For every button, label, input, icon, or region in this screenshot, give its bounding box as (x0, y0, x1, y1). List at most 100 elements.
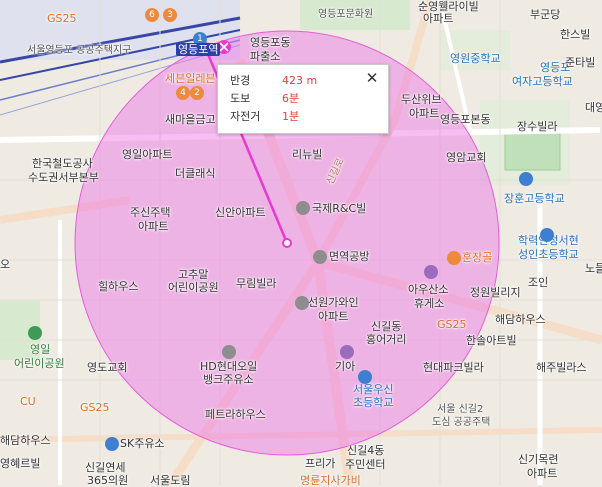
park-icon (28, 326, 42, 340)
place-label[interactable]: 조인 (528, 276, 548, 289)
building-icon (313, 250, 327, 264)
subway-line-badge: 4 (176, 86, 190, 100)
district-label: 도심 공공주택 (432, 417, 491, 428)
place-label[interactable]: 아파트 (409, 107, 439, 120)
walk-value: 6분 (282, 92, 300, 105)
school-label[interactable]: 영원중학교 (450, 52, 501, 65)
building-icon (296, 201, 310, 215)
place-label[interactable]: 페트라하우스 (205, 408, 266, 421)
place-label[interactable]: 해담하우스 (0, 434, 51, 447)
place-label[interactable]: 신기목련 (518, 453, 558, 466)
school-icon (540, 228, 554, 242)
place-label[interactable]: 한솔아트빌 (466, 334, 517, 347)
store-label[interactable]: GS25 (80, 401, 110, 414)
place-label[interactable]: 영도교회 (87, 361, 127, 374)
place-label[interactable]: 장수빌라 (517, 120, 557, 133)
place-label[interactable]: 한스빌 (560, 28, 590, 41)
school-label[interactable]: 성인초등학교 (518, 248, 579, 261)
radius-row: 반경 423 m (230, 73, 317, 89)
subway-line-badge: 3 (163, 8, 177, 22)
place-label[interactable]: 영일아파트 (122, 148, 173, 161)
fuel-icon (222, 345, 236, 359)
place-label[interactable]: 부군당 (530, 8, 560, 21)
place-label[interactable]: 한국철도공사 (32, 157, 93, 170)
school-icon (358, 370, 372, 384)
place-label[interactable]: 국제R&C빌 (312, 202, 366, 215)
place-label[interactable]: 오 (0, 258, 10, 271)
subway-line-badge: 2 (190, 86, 204, 100)
school-label[interactable]: 장훈고등학교 (504, 192, 565, 205)
bike-value: 1분 (282, 110, 300, 123)
place-label[interactable]: 새마을금고 (165, 113, 216, 126)
radius-value: 423 m (282, 74, 318, 87)
place-label[interactable]: 리뉴빌 (292, 148, 322, 161)
school-icon (519, 172, 533, 186)
place-label[interactable]: 홍어거리 (366, 333, 406, 346)
place-label[interactable]: HD현대오일 (200, 360, 257, 373)
store-label[interactable]: CU (20, 395, 36, 408)
place-label[interactable]: 더클래식 (175, 167, 215, 180)
place-label[interactable]: 면역공방 (329, 250, 369, 263)
place-label[interactable]: 주신주택 (130, 206, 170, 219)
place-label[interactable]: 서울도림 (150, 474, 190, 487)
store-label[interactable]: GS25 (437, 318, 467, 331)
place-label[interactable]: 어린이공원 (168, 281, 219, 294)
place-label[interactable]: 해주빌라스 (536, 361, 587, 374)
place-label[interactable]: 고추말 (178, 268, 208, 281)
bike-row: 자전거 1분 (230, 109, 299, 125)
place-label[interactable]: 아파트 (318, 310, 348, 323)
place-label[interactable]: 무림빌라 (236, 277, 276, 290)
district-label: 서울영등포 공공주택지구 (27, 45, 132, 56)
district-label: 서울 신길2 (437, 404, 484, 415)
school-label[interactable]: 여자고등학교 (512, 75, 573, 88)
place-label[interactable]: 대영 (585, 101, 602, 114)
place-label[interactable]: 수도권서부본부 (28, 171, 99, 184)
place-label[interactable]: 파출소 (250, 50, 280, 63)
place-label[interactable]: 신길연세 (85, 461, 125, 474)
park-label[interactable]: 어린이공원 (14, 357, 65, 370)
place-label[interactable]: 현대파크빌라 (423, 361, 484, 374)
poi-icon (340, 345, 354, 359)
place-label[interactable]: 노들 (585, 262, 602, 275)
place-label[interactable]: 아파트 (527, 467, 557, 480)
poi-icon (424, 265, 438, 279)
place-label[interactable]: 프리가 (305, 457, 335, 470)
school-label[interactable]: 서울우신 (353, 383, 393, 396)
store-label[interactable]: GS25 (47, 12, 77, 25)
place-label[interactable]: 준타빌 (565, 56, 595, 69)
place-label[interactable]: 명륜지사가비 (300, 474, 361, 487)
place-label[interactable]: 훈장골 (462, 251, 492, 264)
place-label[interactable]: 힐하우스 (98, 280, 138, 293)
place-label[interactable]: 뱅크주유소 (203, 373, 254, 386)
place-label[interactable]: 영혜르빌 (0, 457, 40, 470)
place-label[interactable]: 아우산소 (408, 283, 448, 296)
place-label[interactable]: 두산위브 (401, 93, 441, 106)
place-label[interactable]: 아파트 (423, 12, 453, 25)
place-label[interactable]: SK주유소 (120, 437, 165, 450)
school-label[interactable]: 초등학교 (353, 396, 393, 409)
place-label[interactable]: 영등포동 (250, 36, 290, 49)
store-label[interactable]: 세븐일레븐 (165, 72, 216, 85)
place-label[interactable]: 선원가와인 (308, 296, 359, 309)
place-label[interactable]: 신길동 (371, 320, 401, 333)
subway-line-badge: 6 (145, 8, 159, 22)
close-icon[interactable]: ✕ (364, 70, 380, 86)
center-point[interactable] (282, 238, 292, 248)
place-label[interactable]: 365의원 (87, 474, 128, 487)
station-label[interactable]: 영등포역 (176, 43, 221, 56)
place-label[interactable]: 해담하우스 (495, 313, 546, 326)
place-label[interactable]: 신안아파트 (215, 206, 266, 219)
park-label[interactable]: 영일 (30, 343, 50, 356)
place-label[interactable]: 영암교회 (446, 151, 486, 164)
walk-row: 도보 6분 (230, 91, 299, 107)
building-icon (295, 296, 309, 310)
restaurant-icon (447, 251, 461, 265)
place-label[interactable]: 영등포문화원 (318, 8, 373, 21)
place-label[interactable]: 신길4동 (347, 444, 384, 457)
place-label[interactable]: 아파트 (138, 220, 168, 233)
radius-key: 반경 (230, 74, 251, 87)
place-label[interactable]: 정원빌리지 (470, 286, 521, 299)
place-label[interactable]: 휴게소 (414, 297, 444, 310)
place-label[interactable]: 기아 (335, 360, 355, 373)
place-label[interactable]: 주민센터 (345, 458, 385, 471)
